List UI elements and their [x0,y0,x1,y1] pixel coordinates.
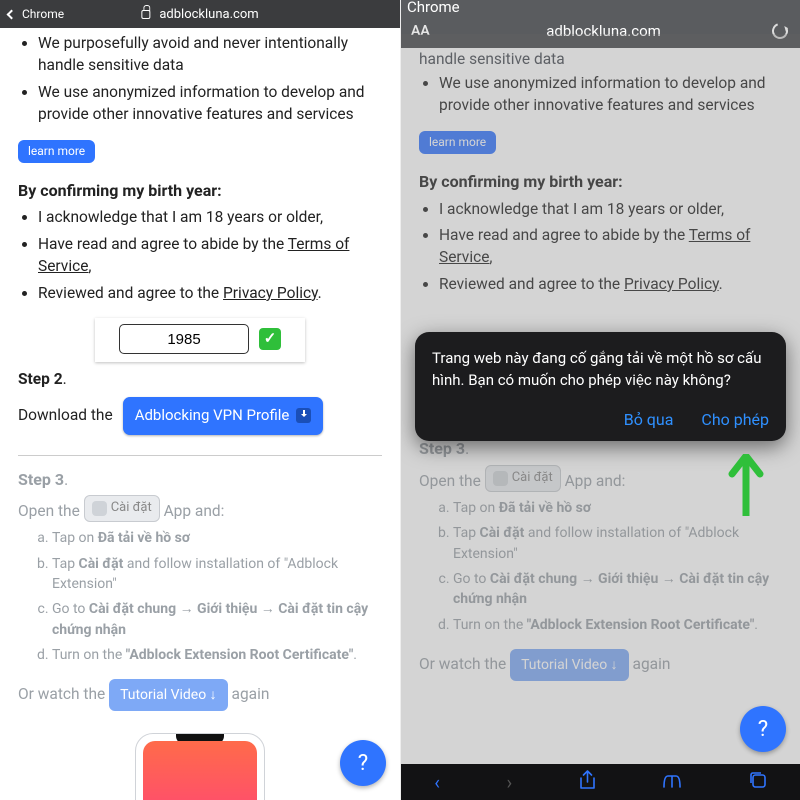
download-icon [296,408,311,423]
share-icon[interactable] [579,770,596,795]
address-bar: Chrome adblockluna.com [0,0,400,28]
learn-more-button[interactable]: learn more [18,140,95,163]
list-item: Reviewed and agree to the Privacy Policy… [38,282,382,304]
list-item: Have read and agree to abide by the Term… [38,233,382,278]
privacy-link[interactable]: Privacy Policy [624,275,719,293]
gear-icon [493,471,508,486]
privacy-link[interactable]: Privacy Policy [223,284,318,302]
nav-back-icon[interactable]: ‹ [434,771,440,794]
top-bullet-list: We use anonymized information to develop… [419,72,782,117]
step3-block: Step 3. Open the Cài đặt App and: Tap on… [18,468,382,800]
divider [18,455,382,456]
dialog-message: Trang web này đang cố gắng tải về một hồ… [432,348,769,392]
list-item: I acknowledge that I am 18 years or olde… [439,198,782,220]
lock-icon [141,10,150,19]
list-item: We use anonymized information to develop… [38,81,382,126]
url-display[interactable]: adblockluna.com [540,22,661,40]
settings-app-chip[interactable]: Cài đặt [84,495,160,522]
list-item: Tap Cài đặt and follow installation of "… [453,523,782,564]
settings-app-chip[interactable]: Cài đặt [485,465,561,492]
dialog-skip-button[interactable]: Bỏ qua [624,408,674,431]
gear-icon [92,501,107,516]
refresh-icon[interactable] [769,20,790,41]
text-size-button[interactable]: AA [411,23,430,39]
nav-forward-icon: › [506,771,512,794]
list-item: Have read and agree to abide by the Term… [439,224,782,269]
list-item: We purposefully avoid and never intentio… [38,32,382,77]
url-display[interactable]: adblockluna.com [141,7,258,22]
bookmarks-icon[interactable] [662,771,682,794]
truncated-line: handle sensitive data [401,50,800,68]
list-item: We use anonymized information to develop… [439,72,782,117]
address-bar: AA adblockluna.com [401,14,800,48]
step2-label: Step 2 [18,370,63,388]
tabs-icon[interactable] [749,771,767,794]
dialog-allow-button[interactable]: Cho phép [701,408,769,431]
download-profile-button[interactable]: Adblocking VPN Profile [123,397,324,435]
learn-more-button[interactable]: learn more [419,131,496,154]
bottom-toolbar: ‹ › [401,764,800,800]
list-item: Reviewed and agree to the Privacy Policy… [439,273,782,295]
confirm-bullet-list: I acknowledge that I am 18 years or olde… [419,198,782,296]
birth-year-row: ✓ [95,318,305,362]
confirm-year-button[interactable]: ✓ [259,328,281,350]
browser-back[interactable]: Chrome [0,7,64,21]
list-item: Turn on the "Adblock Extension Root Cert… [453,615,782,635]
confirm-heading: By confirming my birth year: [18,179,382,202]
phone-illustration [135,733,265,800]
birth-year-input[interactable] [119,324,249,354]
tutorial-video-button[interactable]: Tutorial Video ↓ [510,649,629,681]
annotation-arrow-icon [726,454,766,516]
help-fab[interactable]: ? [740,706,786,752]
list-item: Tap Cài đặt and follow installation of "… [52,554,382,595]
list-item: Go to Cài đặt chung → Giới thiệu → Cài đ… [52,599,382,640]
top-bullet-list: We purposefully avoid and never intentio… [18,32,382,126]
confirm-heading: By confirming my birth year: [419,170,782,193]
list-item: Go to Cài đặt chung → Giới thiệu → Cài đ… [453,569,782,610]
confirm-bullet-list: I acknowledge that I am 18 years or olde… [18,206,382,304]
list-item: I acknowledge that I am 18 years or olde… [38,206,382,228]
list-item: Tap on Đã tải về hồ sơ [52,528,382,548]
download-row: Download the Adblocking VPN Profile [18,397,382,435]
list-item: Turn on the "Adblock Extension Root Cert… [52,645,382,665]
left-screenshot: Chrome adblockluna.com We purposefully a… [0,0,400,800]
right-screenshot: Chrome AA adblockluna.com handle sensiti… [400,0,800,800]
tutorial-video-button[interactable]: Tutorial Video ↓ [109,679,228,711]
chevron-left-icon [7,9,17,19]
profile-download-dialog: Trang web này đang cố gắng tải về một hồ… [415,332,786,441]
help-fab[interactable]: ? [340,740,386,786]
